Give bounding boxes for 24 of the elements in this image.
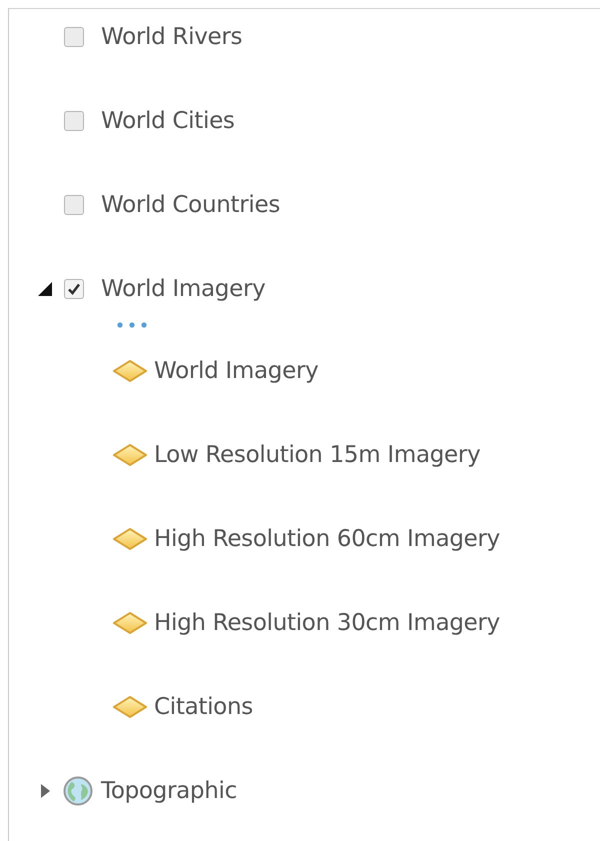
checkbox[interactable] (64, 111, 84, 131)
expand-toggle[interactable] (38, 282, 52, 296)
checkmark-icon (67, 282, 81, 296)
layer-name: World Cities (101, 108, 235, 134)
layer-name: World Rivers (101, 24, 242, 50)
diamond-icon (112, 611, 148, 635)
diamond-icon (112, 443, 148, 467)
checkbox[interactable] (64, 195, 84, 215)
globe-icon (63, 776, 93, 806)
more-icon[interactable] (117, 322, 147, 328)
diamond-icon (112, 359, 148, 383)
legend-label: High Resolution 30cm Imagery (154, 610, 500, 636)
checkbox[interactable] (64, 27, 84, 47)
diamond-icon (112, 527, 148, 551)
layer-name: World Imagery (101, 276, 266, 302)
diamond-icon (112, 695, 148, 719)
layer-name: World Countries (101, 192, 280, 218)
layer-name: Topographic (101, 778, 237, 804)
legend-label: World Imagery (154, 358, 318, 384)
legend-label: Low Resolution 15m Imagery (154, 442, 480, 468)
expand-toggle[interactable] (41, 784, 50, 798)
legend-label: High Resolution 60cm Imagery (154, 526, 500, 552)
legend-label: Citations (154, 694, 253, 720)
checkbox[interactable] (64, 279, 84, 299)
